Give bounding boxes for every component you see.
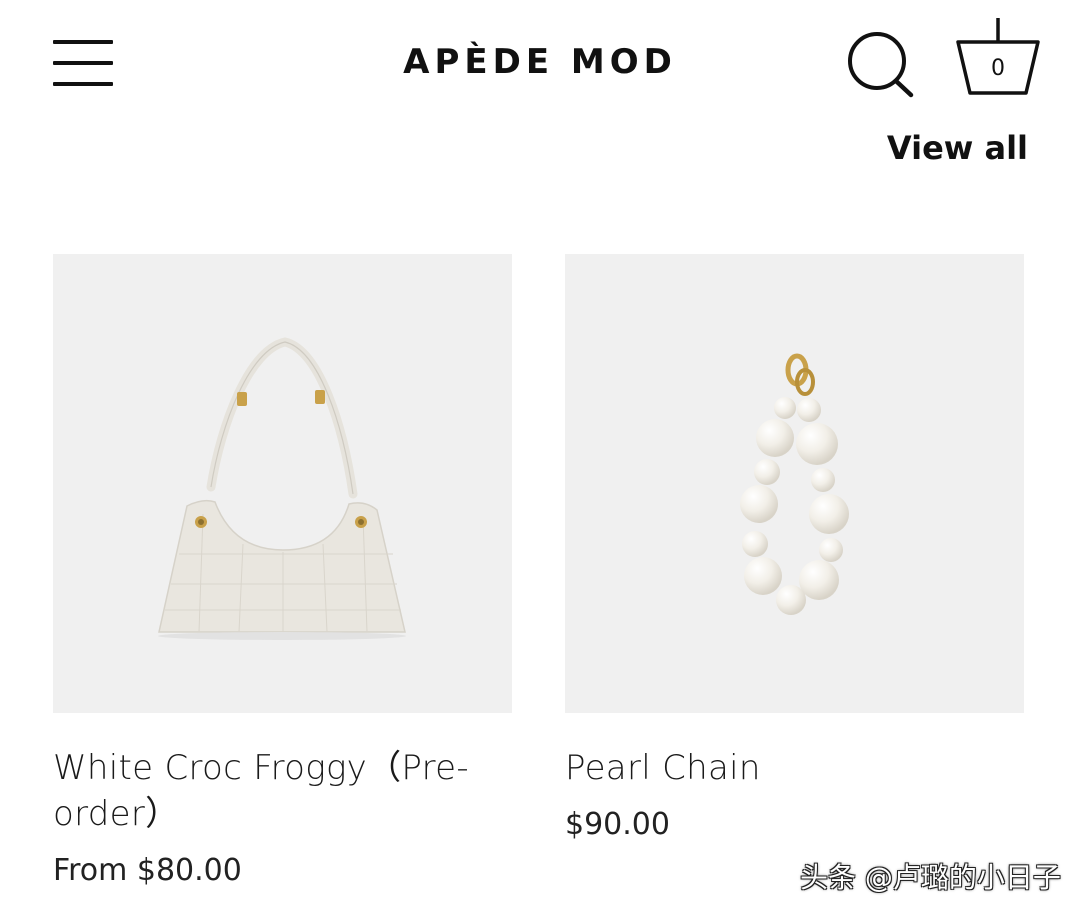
menu-line [53, 82, 113, 86]
brand-logo[interactable]: APÈDE MOD [360, 40, 720, 84]
pearl-chain-image [740, 353, 849, 615]
product-image-bag[interactable] [53, 254, 512, 713]
search-button[interactable] [845, 32, 915, 98]
hamburger-menu-icon[interactable] [53, 40, 113, 88]
menu-line [53, 40, 113, 44]
product-name[interactable]: White Croc Froggy（Pre-order） [53, 745, 512, 837]
product-price: From $80.00 [53, 853, 242, 888]
product-price: $90.00 [565, 807, 670, 842]
product-name[interactable]: Pearl Chain [565, 745, 1024, 791]
watermark-text: 头条 @卢璐的小日子 [800, 861, 1061, 894]
white-croc-bag-image [158, 337, 406, 640]
cart-button[interactable]: 0 [954, 16, 1042, 98]
menu-line [53, 61, 113, 65]
cart-count-badge: 0 [991, 56, 1005, 81]
search-icon [848, 32, 914, 98]
product-card[interactable]: White Croc Froggy（Pre-order） From $80.00 [53, 254, 512, 891]
product-image-pearl[interactable] [565, 254, 1024, 713]
view-all-link[interactable]: View all [887, 126, 1028, 170]
product-card[interactable]: Pearl Chain $90.00 [565, 254, 1024, 845]
